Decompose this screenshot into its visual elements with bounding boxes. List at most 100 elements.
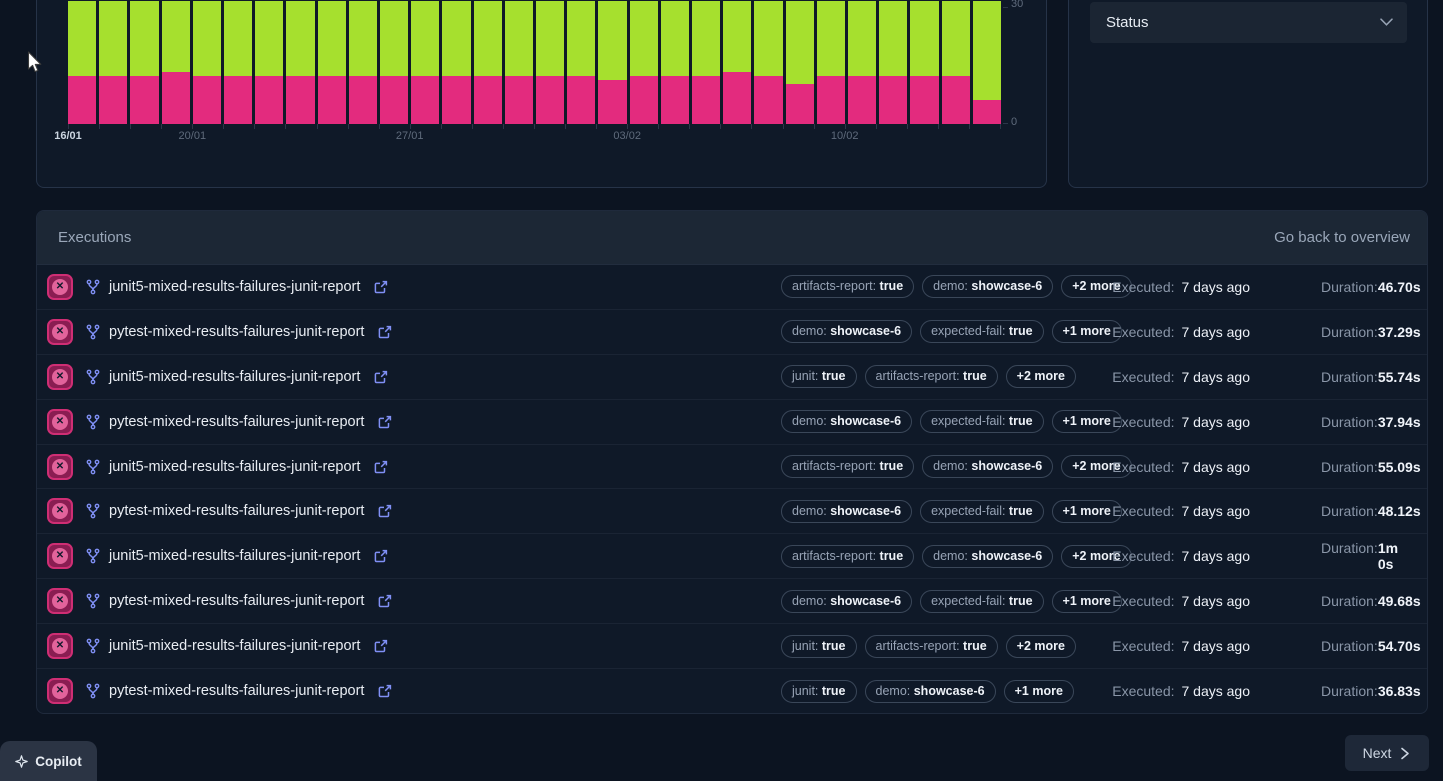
execution-name[interactable]: pytest-mixed-results-failures-junit-repo… — [109, 324, 364, 340]
more-tags-badge[interactable]: +1 more — [1004, 680, 1074, 703]
chart-bar-06/02[interactable] — [723, 1, 751, 124]
execution-row[interactable]: ✕ pytest-mixed-results-failures-junit-re… — [37, 310, 1427, 355]
external-link-icon[interactable] — [378, 325, 392, 339]
passed-segment — [68, 1, 96, 76]
chart-bar-26/01[interactable] — [380, 1, 408, 124]
x-axis-tick — [627, 124, 628, 129]
execution-row[interactable]: ✕ pytest-mixed-results-failures-junit-re… — [37, 669, 1427, 714]
execution-row[interactable]: ✕ junit5-mixed-results-failures-junit-re… — [37, 624, 1427, 669]
x-axis-tick — [814, 124, 815, 129]
execution-name[interactable]: junit5-mixed-results-failures-junit-repo… — [109, 548, 360, 564]
failed-segment — [442, 76, 470, 124]
passed-segment — [193, 1, 221, 76]
chart-bar-07/02[interactable] — [754, 1, 782, 124]
chart-bar-25/01[interactable] — [349, 1, 377, 124]
chart-bar-05/02[interactable] — [692, 1, 720, 124]
chart-bar-01/02[interactable] — [567, 1, 595, 124]
execution-name[interactable]: pytest-mixed-results-failures-junit-repo… — [109, 414, 364, 430]
chart-bar-17/01[interactable] — [99, 1, 127, 124]
chart-bar-28/01[interactable] — [442, 1, 470, 124]
failed-segment — [193, 76, 221, 124]
execution-name[interactable]: junit5-mixed-results-failures-junit-repo… — [109, 369, 360, 385]
external-link-icon[interactable] — [374, 639, 388, 653]
chart-bar-31/01[interactable] — [536, 1, 564, 124]
chart-bar-20/01[interactable] — [193, 1, 221, 124]
failed-status-icon: ✕ — [47, 319, 73, 345]
chart-bar-30/01[interactable] — [505, 1, 533, 124]
executions-header: Executions Go back to overview — [37, 211, 1427, 265]
execution-name[interactable]: junit5-mixed-results-failures-junit-repo… — [109, 459, 360, 475]
execution-name[interactable]: pytest-mixed-results-failures-junit-repo… — [109, 503, 364, 519]
execution-name[interactable]: junit5-mixed-results-failures-junit-repo… — [109, 279, 360, 295]
x-mark-icon: ✕ — [52, 683, 68, 699]
passed-segment — [754, 1, 782, 76]
chart-bar-09/02[interactable] — [817, 1, 845, 124]
passed-segment — [349, 1, 377, 76]
external-link-icon[interactable] — [374, 460, 388, 474]
tags-group: artifacts-report: truedemo: showcase-6+2… — [781, 275, 1132, 298]
chart-bar-08/02[interactable] — [786, 1, 814, 124]
passed-segment — [848, 1, 876, 76]
chart-bar-02/02[interactable] — [598, 1, 626, 124]
x-axis-label: 27/01 — [396, 130, 424, 142]
x-mark-icon: ✕ — [52, 503, 68, 519]
chart-bar-22/01[interactable] — [255, 1, 283, 124]
chart-bar-03/02[interactable] — [630, 1, 658, 124]
tags-group: junit: trueartifacts-report: true+2 more — [781, 365, 1076, 388]
chart-bar-14/02[interactable] — [973, 1, 1001, 124]
duration-value: 48.12s — [1378, 503, 1421, 519]
x-axis-tick — [876, 124, 877, 129]
chart-bar-11/02[interactable] — [879, 1, 907, 124]
tag-badge: demo: showcase-6 — [781, 410, 912, 433]
execution-row[interactable]: ✕ junit5-mixed-results-failures-junit-re… — [37, 265, 1427, 310]
chart-bar-16/01[interactable] — [68, 1, 96, 124]
external-link-icon[interactable] — [378, 594, 392, 608]
chart-bar-18/01[interactable] — [130, 1, 158, 124]
x-mark-icon: ✕ — [52, 369, 68, 385]
next-page-button[interactable]: Next — [1345, 735, 1429, 771]
external-link-icon[interactable] — [374, 280, 388, 294]
execution-name[interactable]: pytest-mixed-results-failures-junit-repo… — [109, 683, 364, 699]
chart-bar-29/01[interactable] — [474, 1, 502, 124]
go-back-to-overview-link[interactable]: Go back to overview — [1274, 229, 1410, 246]
duration-label: Duration: — [1321, 279, 1378, 295]
more-tags-badge[interactable]: +2 more — [1006, 365, 1076, 388]
chart-bar-04/02[interactable] — [661, 1, 689, 124]
execution-row[interactable]: ✕ junit5-mixed-results-failures-junit-re… — [37, 355, 1427, 400]
chart-bar-23/01[interactable] — [286, 1, 314, 124]
chart-bar-12/02[interactable] — [910, 1, 938, 124]
external-link-icon[interactable] — [374, 549, 388, 563]
status-filter-select[interactable]: Status — [1090, 2, 1407, 43]
external-link-icon[interactable] — [378, 504, 392, 518]
execution-row[interactable]: ✕ junit5-mixed-results-failures-junit-re… — [37, 534, 1427, 579]
execution-row[interactable]: ✕ pytest-mixed-results-failures-junit-re… — [37, 579, 1427, 624]
execution-row[interactable]: ✕ pytest-mixed-results-failures-junit-re… — [37, 489, 1427, 534]
more-tags-badge[interactable]: +2 more — [1006, 635, 1076, 658]
failed-segment — [411, 76, 439, 124]
chart-bar-13/02[interactable] — [942, 1, 970, 124]
executed-value: 7 days ago — [1182, 369, 1251, 385]
git-branch-icon — [86, 503, 100, 519]
external-link-icon[interactable] — [374, 370, 388, 384]
execution-row[interactable]: ✕ junit5-mixed-results-failures-junit-re… — [37, 445, 1427, 490]
x-mark-icon: ✕ — [52, 459, 68, 475]
chart-bar-27/01[interactable] — [411, 1, 439, 124]
x-axis-tick — [658, 124, 659, 129]
chart-bar-10/02[interactable] — [848, 1, 876, 124]
duration-info: Duration: 46.70s — [1321, 279, 1407, 295]
duration-info: Duration: 1m 0s — [1321, 540, 1407, 572]
duration-info: Duration: 37.29s — [1321, 324, 1407, 340]
execution-row[interactable]: ✕ pytest-mixed-results-failures-junit-re… — [37, 400, 1427, 445]
failed-status-icon: ✕ — [47, 633, 73, 659]
execution-name[interactable]: junit5-mixed-results-failures-junit-repo… — [109, 638, 360, 654]
execution-name[interactable]: pytest-mixed-results-failures-junit-repo… — [109, 593, 364, 609]
copilot-button[interactable]: Copilot — [0, 741, 97, 781]
x-axis-tick — [1000, 124, 1001, 129]
chart-bar-24/01[interactable] — [318, 1, 346, 124]
external-link-icon[interactable] — [378, 415, 392, 429]
chart-bar-21/01[interactable] — [224, 1, 252, 124]
chart-bar-19/01[interactable] — [162, 1, 190, 124]
duration-value: 36.83s — [1378, 683, 1421, 699]
external-link-icon[interactable] — [378, 684, 392, 698]
x-axis-tick — [689, 124, 690, 129]
